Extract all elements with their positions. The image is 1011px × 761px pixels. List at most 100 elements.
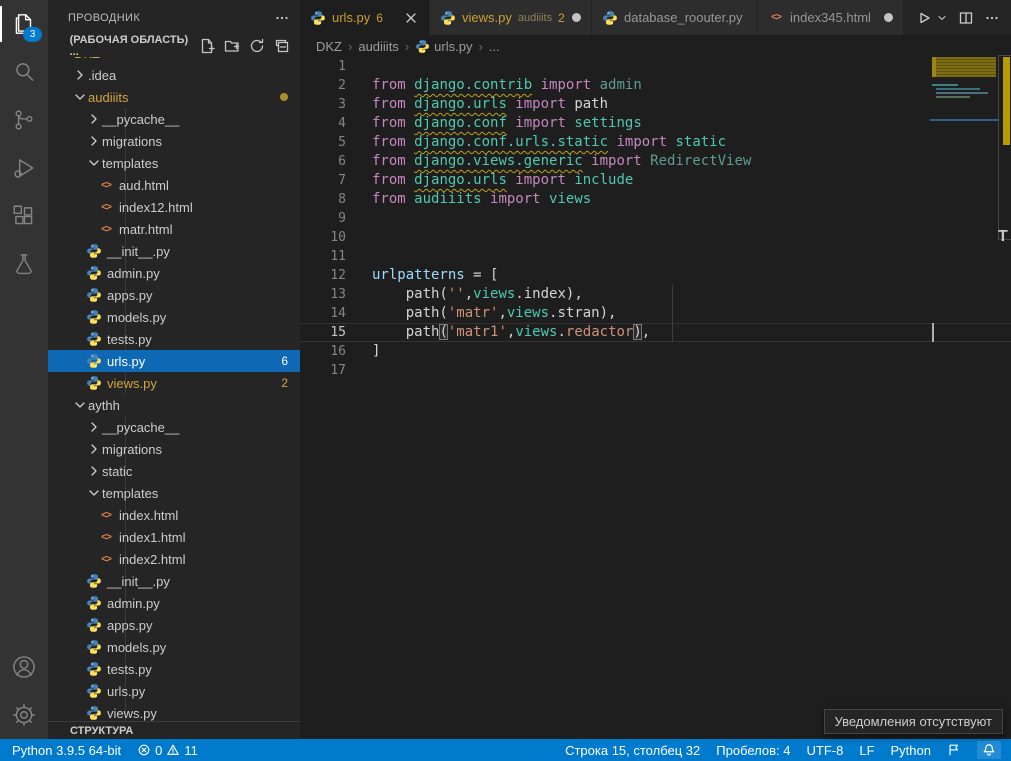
more-actions-button[interactable] xyxy=(984,10,1000,26)
indentation-indicator[interactable]: Пробелов: 4 xyxy=(716,743,790,758)
tree-folder-migrations[interactable]: migrations xyxy=(48,438,300,460)
tree-folder-__pycache__[interactable]: __pycache__ xyxy=(48,416,300,438)
tree-file-index1.html[interactable]: <>index1.html xyxy=(48,526,300,548)
code-line-2[interactable]: 2from django.contrib import admin xyxy=(300,76,1011,95)
tree-file-matr.html[interactable]: <>matr.html xyxy=(48,218,300,240)
notifications-bell-icon[interactable] xyxy=(977,741,1001,759)
activity-bar-item-account[interactable] xyxy=(0,643,48,691)
line-number: 7 xyxy=(300,171,346,190)
code-line-5[interactable]: 5from django.conf.urls.static import sta… xyxy=(300,133,1011,152)
python xyxy=(86,353,102,369)
code-line-6[interactable]: 6from django.views.generic import Redire… xyxy=(300,152,1011,171)
code-line-16[interactable]: 16] xyxy=(300,342,1011,361)
tree-file-apps.py[interactable]: apps.py xyxy=(48,284,300,306)
code-token: RedirectView xyxy=(650,153,751,169)
code-line-12[interactable]: 12urlpatterns = [ xyxy=(300,266,1011,285)
split-editor-button[interactable] xyxy=(958,10,974,26)
code-line-3[interactable]: 3from django.urls import path xyxy=(300,95,1011,114)
code-line-17[interactable]: 17 xyxy=(300,361,1011,380)
code-line-13[interactable]: 13 path('',views.index), xyxy=(300,285,1011,304)
code-line-7[interactable]: 7from django.urls import include xyxy=(300,171,1011,190)
breadcrumb-item-DKZ[interactable]: DKZ xyxy=(316,39,342,54)
code-text: from audiiits import views xyxy=(372,190,591,209)
code-line-14[interactable]: 14 path('matr',views.stran), xyxy=(300,304,1011,323)
outline-section-header[interactable]: СТРУКТУРА xyxy=(48,721,300,739)
code-line-15[interactable]: 15 path('matr1',views.redactor), xyxy=(300,323,1011,342)
code-line-10[interactable]: 10 xyxy=(300,228,1011,247)
tree-file-models.py[interactable]: models.py xyxy=(48,636,300,658)
collapse-all[interactable] xyxy=(274,38,290,54)
breadcrumb-item-urls.py[interactable]: urls.py xyxy=(415,39,472,54)
tree-file-views.py[interactable]: views.py2 xyxy=(48,372,300,394)
activity-bar-item-run-debug[interactable] xyxy=(0,144,48,192)
tree-folder-.idea[interactable]: .idea xyxy=(48,64,300,86)
feedback-icon[interactable] xyxy=(947,743,961,757)
tree-folder-__pycache__[interactable]: __pycache__ xyxy=(48,108,300,130)
code-line-4[interactable]: 4from django.conf import settings xyxy=(300,114,1011,133)
python xyxy=(86,309,102,325)
tree-file-admin.py[interactable]: admin.py xyxy=(48,262,300,284)
activity-bar-item-search[interactable] xyxy=(0,48,48,96)
tree-folder-audiiits[interactable]: audiiits xyxy=(48,86,300,108)
activity-bar-item-source-control[interactable] xyxy=(0,96,48,144)
tree-file-tests.py[interactable]: tests.py xyxy=(48,328,300,350)
modified-dot-icon[interactable] xyxy=(884,13,893,22)
code-editor[interactable]: 12from django.contrib import admin3from … xyxy=(300,57,1011,739)
tree-file-__init__.py[interactable]: __init__.py xyxy=(48,240,300,262)
breadcrumb-item-...[interactable]: ... xyxy=(489,39,500,54)
tree-folder-templates[interactable]: templates xyxy=(48,482,300,504)
tree-item-label: apps.py xyxy=(107,288,153,303)
refresh[interactable] xyxy=(249,38,265,54)
tree-folder-aythh[interactable]: aythh xyxy=(48,394,300,416)
tree-file-urls.py[interactable]: urls.py6 xyxy=(48,350,300,372)
new-folder[interactable] xyxy=(224,38,240,54)
tree-file-__init__.py[interactable]: __init__.py xyxy=(48,570,300,592)
language-indicator[interactable]: Python xyxy=(891,743,931,758)
modified-dot-badge xyxy=(280,93,288,101)
tree-file-aud.html[interactable]: <>aud.html xyxy=(48,174,300,196)
code-line-9[interactable]: 9 xyxy=(300,209,1011,228)
activity-bar-item-extensions[interactable] xyxy=(0,192,48,240)
line-number: 17 xyxy=(300,361,346,380)
tree-file-index12.html[interactable]: <>index12.html xyxy=(48,196,300,218)
breadcrumb[interactable]: DKZ›audiiits›urls.py›... xyxy=(300,35,1011,57)
python-interpreter-indicator[interactable]: Python 3.9.5 64-bit xyxy=(12,743,121,758)
tree-file-admin.py[interactable]: admin.py xyxy=(48,592,300,614)
run-button[interactable] xyxy=(916,10,932,26)
breadcrumb-item-audiiits[interactable]: audiiits xyxy=(358,39,398,54)
tree-folder-migrations[interactable]: migrations xyxy=(48,130,300,152)
modified-dot-icon[interactable] xyxy=(572,13,581,22)
activity-bar-item-settings[interactable] xyxy=(0,691,48,739)
eol-indicator[interactable]: LF xyxy=(859,743,874,758)
code-token: , xyxy=(465,286,473,302)
line-col-indicator[interactable]: Строка 15, столбец 32 xyxy=(565,743,700,758)
tree-file-tests.py[interactable]: tests.py xyxy=(48,658,300,680)
tree-file-urls.py[interactable]: urls.py xyxy=(48,680,300,702)
code-line-11[interactable]: 11 xyxy=(300,247,1011,266)
activity-bar-item-explorer[interactable]: 3 xyxy=(0,0,48,48)
close-icon[interactable] xyxy=(403,10,419,26)
minimap[interactable] xyxy=(930,55,998,355)
code-token: from xyxy=(372,96,414,112)
new-file[interactable] xyxy=(199,38,215,54)
code-line-8[interactable]: 8from audiiits import views xyxy=(300,190,1011,209)
tab-urls.py[interactable]: urls.py6 xyxy=(300,0,430,35)
tab-database_roouter.py[interactable]: database_roouter.py xyxy=(592,0,758,35)
tab-views.py[interactable]: views.pyaudiiits2 xyxy=(430,0,592,35)
tree-item-label: views.py xyxy=(107,376,157,391)
run-dropdown-button[interactable] xyxy=(936,12,948,24)
problems-indicator[interactable]: 0 11 xyxy=(137,743,198,758)
activity-bar-item-testing[interactable] xyxy=(0,240,48,288)
tree-file-models.py[interactable]: models.py xyxy=(48,306,300,328)
encoding-indicator[interactable]: UTF-8 xyxy=(807,743,844,758)
workspace-section-header[interactable]: (РАБОЧАЯ ОБЛАСТЬ) ... xyxy=(48,35,300,57)
tree-folder-static[interactable]: static xyxy=(48,460,300,482)
tree-file-index.html[interactable]: <>index.html xyxy=(48,504,300,526)
tree-file-apps.py[interactable]: apps.py xyxy=(48,614,300,636)
tree-folder-templates[interactable]: templates xyxy=(48,152,300,174)
code-line-1[interactable]: 1 xyxy=(300,57,1011,76)
sidebar-more-actions-icon[interactable] xyxy=(274,10,290,26)
tab-index345.html[interactable]: <>index345.html xyxy=(758,0,904,35)
code-token: views xyxy=(549,191,591,207)
tree-file-index2.html[interactable]: <>index2.html xyxy=(48,548,300,570)
